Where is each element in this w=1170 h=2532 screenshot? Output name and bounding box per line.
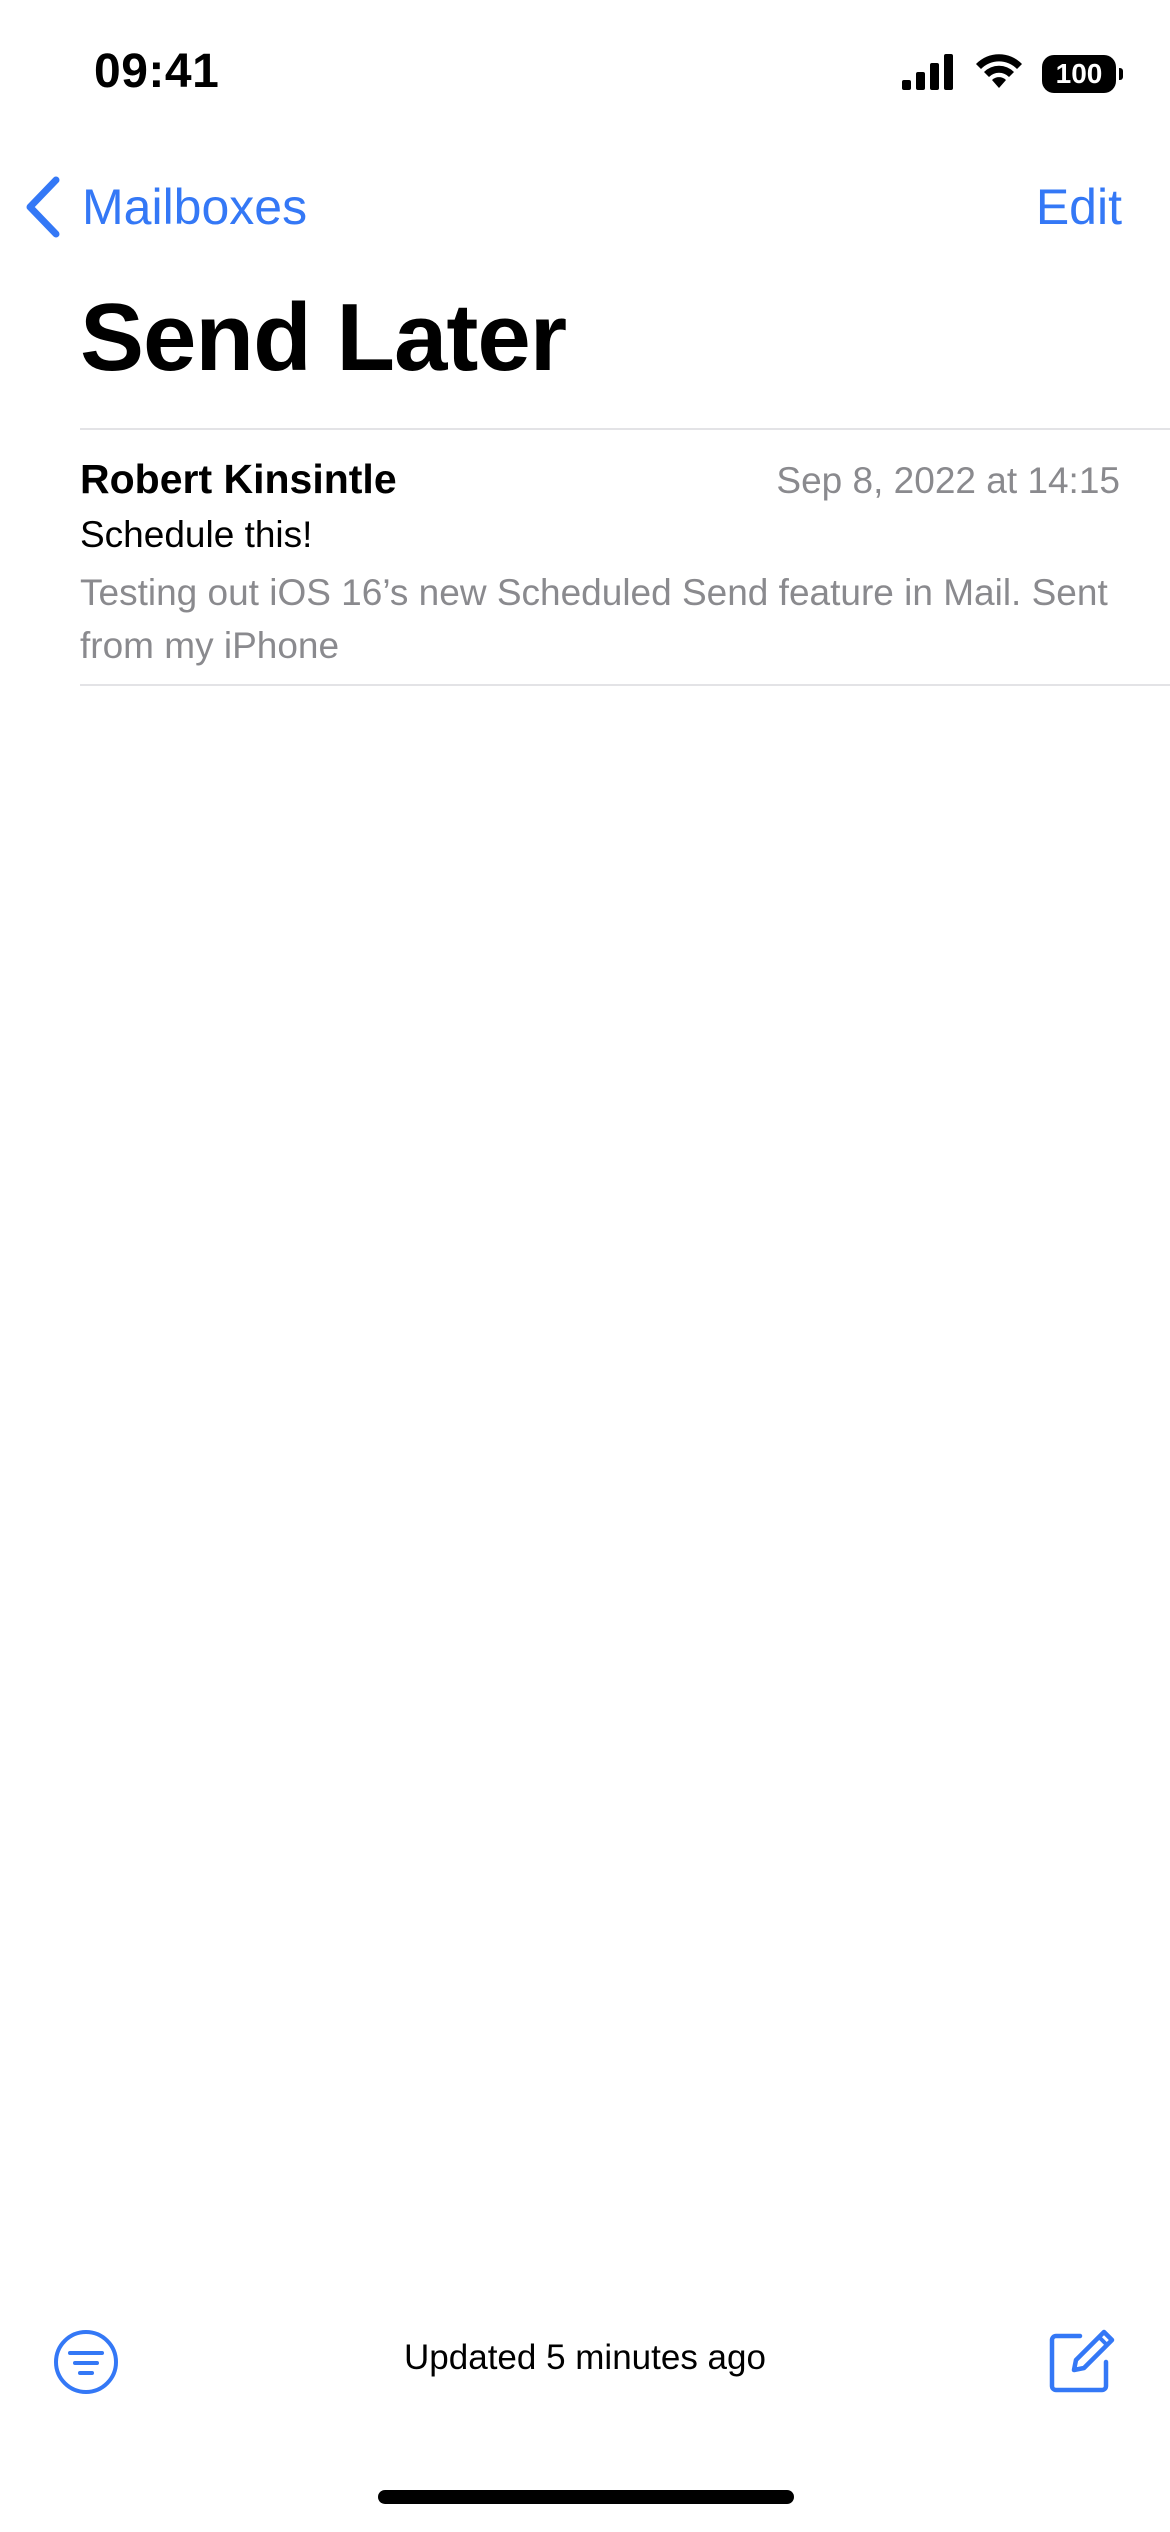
compose-button[interactable] xyxy=(1046,2326,1116,2396)
cellular-signal-icon xyxy=(902,53,956,95)
message-preview: Testing out iOS 16’s new Scheduled Send … xyxy=(80,572,1108,666)
home-indicator[interactable] xyxy=(378,2490,794,2504)
message-list-item[interactable]: Robert Kinsintle Sep 8, 2022 at 14:15 Sc… xyxy=(80,430,1170,686)
chevron-left-icon xyxy=(24,176,62,238)
message-date: Sep 8, 2022 at 14:15 xyxy=(776,460,1120,501)
page-title: Send Later xyxy=(80,284,567,391)
back-button[interactable]: Mailboxes xyxy=(24,172,307,242)
message-subject: Schedule this! xyxy=(80,514,313,555)
message-sender: Robert Kinsintle xyxy=(80,456,397,502)
wifi-icon xyxy=(974,53,1024,95)
battery-icon: 100 xyxy=(1042,55,1123,93)
status-time: 09:41 xyxy=(94,45,220,98)
compose-icon xyxy=(1046,2329,1116,2400)
list-separator xyxy=(80,684,1170,686)
edit-button[interactable]: Edit xyxy=(1036,172,1122,242)
status-icons: 100 xyxy=(902,52,1123,96)
update-status: Updated 5 minutes ago xyxy=(404,2338,766,2377)
status-bar: 09:41 100 xyxy=(0,0,1170,150)
back-button-label: Mailboxes xyxy=(82,179,308,235)
filter-icon xyxy=(52,2330,120,2400)
